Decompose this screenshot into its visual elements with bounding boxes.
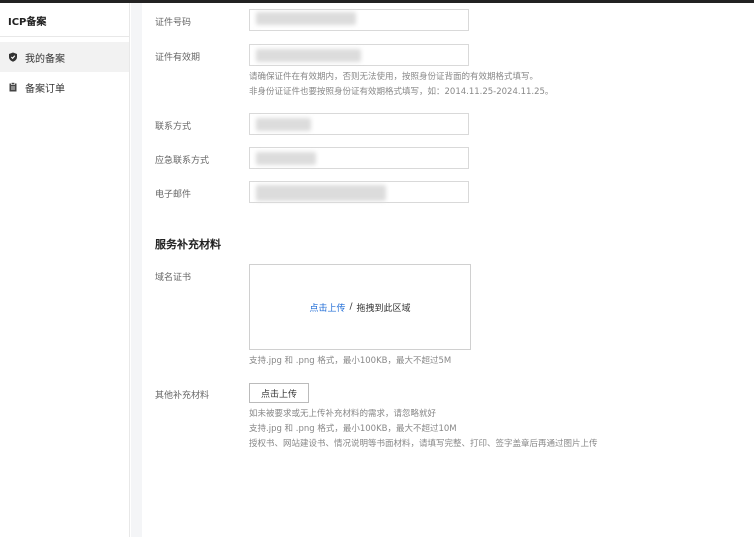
id-validity-input[interactable] xyxy=(249,44,469,66)
content-gutter xyxy=(131,3,142,537)
domain-cert-label: 域名证书 xyxy=(155,273,192,283)
emergency-contact-label: 应急联系方式 xyxy=(155,156,210,166)
clipboard-icon xyxy=(8,82,18,92)
sidebar: ICP备案 我的备案 备案订单 xyxy=(0,3,130,537)
validity-hint-2: 非身份证证件也要按照身份证有效期格式填写，如：2014.11.25-2024.1… xyxy=(249,87,554,97)
validity-hint-1: 请确保证件在有效期内，否则无法使用，按照身份证背面的有效期格式填写。 xyxy=(249,72,539,82)
sidebar-item-label: 我的备案 xyxy=(25,53,65,65)
redacted-value xyxy=(256,185,386,201)
contact-input[interactable] xyxy=(249,113,469,135)
section-title: 服务补充材料 xyxy=(155,238,221,251)
dropzone-text: 拖拽到此区域 xyxy=(356,303,411,314)
dropzone-upload-link[interactable]: 点击上传 xyxy=(309,301,345,314)
redacted-value xyxy=(256,152,316,165)
other-hint-2: 支持.jpg 和 .png 格式，最小100KB，最大不超过10M xyxy=(249,424,457,434)
upload-button[interactable]: 点击上传 xyxy=(249,383,309,403)
dropzone-separator: / xyxy=(349,302,353,312)
shield-icon xyxy=(8,52,18,62)
other-hint-3: 授权书、网站建设书、情况说明等书面材料，请填写完整、打印、签字盖章后再通过图片上… xyxy=(249,439,598,449)
id-number-input[interactable] xyxy=(249,9,469,31)
emergency-contact-input[interactable] xyxy=(249,147,469,169)
redacted-value xyxy=(256,12,356,25)
sidebar-item-orders[interactable]: 备案订单 xyxy=(0,72,129,102)
sidebar-title: ICP备案 xyxy=(0,3,129,37)
id-validity-label: 证件有效期 xyxy=(155,53,201,63)
email-input[interactable] xyxy=(249,181,469,203)
other-hint-1: 如未被要求或无上传补充材料的需求，请忽略就好 xyxy=(249,409,437,419)
redacted-value xyxy=(256,118,311,131)
form-area: 证件号码 证件有效期 请确保证件在有效期内，否则无法使用，按照身份证背面的有效期… xyxy=(142,3,754,537)
email-label: 电子邮件 xyxy=(155,190,192,200)
domain-cert-hint: 支持.jpg 和 .png 格式，最小100KB，最大不超过5M xyxy=(249,356,452,366)
contact-label: 联系方式 xyxy=(155,122,192,132)
redacted-value xyxy=(256,49,361,62)
sidebar-item-my-filings[interactable]: 我的备案 xyxy=(0,42,129,72)
sidebar-item-label: 备案订单 xyxy=(25,83,65,95)
id-number-label: 证件号码 xyxy=(155,18,192,28)
domain-cert-dropzone[interactable]: 点击上传 / 拖拽到此区域 xyxy=(249,264,471,350)
other-materials-label: 其他补充材料 xyxy=(155,391,210,401)
